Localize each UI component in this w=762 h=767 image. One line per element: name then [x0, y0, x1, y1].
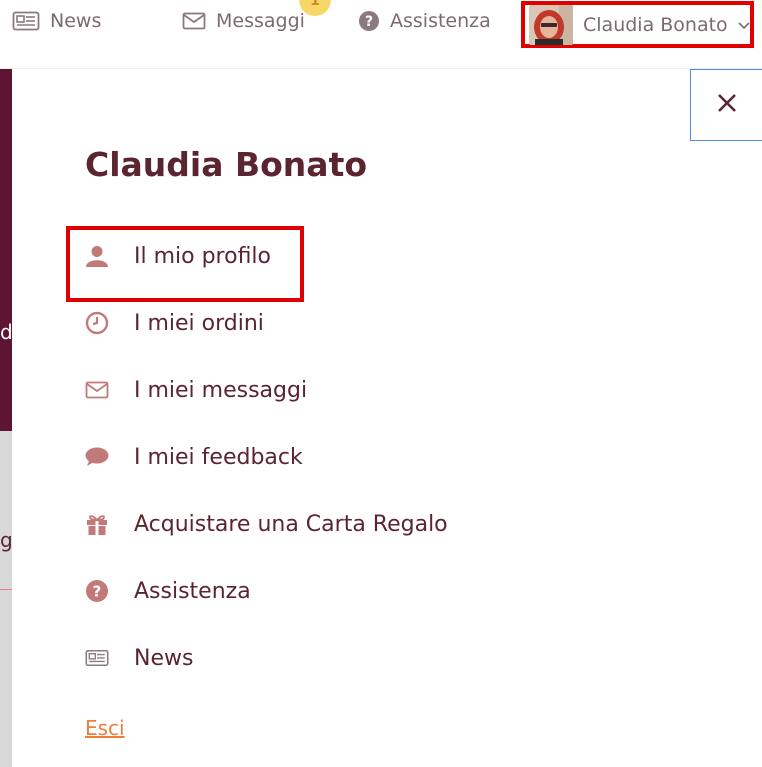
clock-icon	[85, 311, 109, 335]
menu-item-orders[interactable]: I miei ordini	[85, 303, 264, 343]
envelope-icon	[182, 12, 206, 30]
menu-item-help[interactable]: ? Assistenza	[85, 571, 251, 611]
user-menu-toggle[interactable]: Claudia Bonato	[521, 1, 754, 48]
menu-item-feedback[interactable]: I miei feedback	[85, 437, 303, 477]
nav-help-label: Assistenza	[390, 10, 491, 32]
avatar	[529, 4, 573, 45]
nav-help[interactable]: ? Assistenza	[358, 8, 491, 34]
menu-item-label: News	[134, 645, 194, 671]
envelope-icon	[85, 378, 109, 402]
close-icon	[716, 92, 738, 118]
nav-news-label: News	[50, 10, 102, 32]
question-circle-icon: ?	[85, 579, 109, 603]
backdrop-page-lower	[0, 431, 12, 767]
menu-item-label: Il mio profilo	[134, 243, 272, 269]
backdrop-divider	[0, 589, 12, 590]
svg-text:?: ?	[365, 14, 373, 30]
nav-messages[interactable]: Messaggi	[182, 8, 305, 34]
menu-item-profile[interactable]: Il mio profilo	[85, 236, 271, 276]
menu-item-label: I miei messaggi	[134, 377, 308, 403]
newspaper-icon	[85, 646, 109, 670]
menu-item-label: I miei ordini	[134, 310, 264, 336]
nav-news[interactable]: News	[12, 8, 101, 34]
top-navigation: News Messaggi 1 ? Assistenza Claudia Bon…	[0, 0, 762, 69]
user-name: Claudia Bonato	[583, 13, 728, 36]
close-button[interactable]	[690, 69, 762, 141]
menu-item-label: Assistenza	[134, 578, 251, 604]
user-icon	[85, 244, 109, 268]
gift-icon	[85, 512, 109, 536]
nav-messages-label: Messaggi	[216, 10, 305, 32]
menu-item-gift-card[interactable]: Acquistare una Carta Regalo	[85, 504, 448, 544]
question-circle-icon: ?	[358, 10, 380, 32]
chevron-down-icon	[738, 15, 750, 34]
chat-bubble-icon	[85, 445, 109, 469]
logout-link[interactable]: Esci	[85, 716, 125, 740]
svg-text:?: ?	[93, 583, 102, 601]
backdrop-page	[0, 69, 12, 431]
panel-title: Claudia Bonato	[85, 145, 368, 184]
menu-item-label: I miei feedback	[134, 444, 303, 470]
backdrop-text-lower: g	[0, 528, 12, 552]
newspaper-icon	[12, 11, 40, 31]
menu-item-messages[interactable]: I miei messaggi	[85, 370, 307, 410]
backdrop-text: d'	[0, 320, 12, 344]
menu-item-news[interactable]: News	[85, 638, 193, 678]
menu-item-label: Acquistare una Carta Regalo	[134, 511, 448, 537]
